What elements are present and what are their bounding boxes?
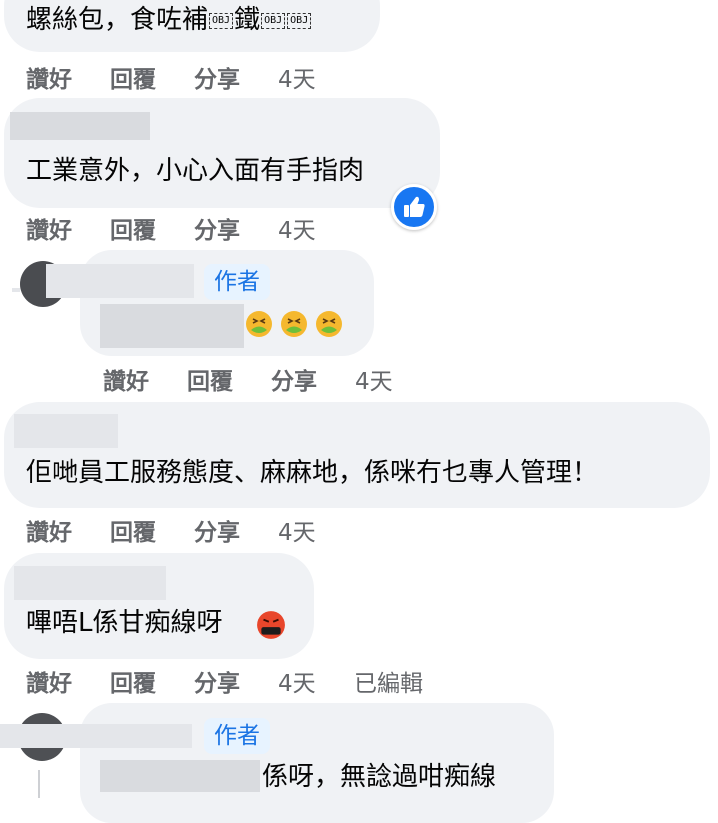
reply-text-redacted [100,760,260,792]
comment-time[interactable]: 4天 [278,664,316,698]
like-link[interactable]: 讚好 [26,664,72,698]
commenter-name-redacted [46,264,194,298]
commenter-name-redacted [14,566,166,600]
obj-placeholder: OBJ [287,12,312,29]
share-link[interactable]: 分享 [194,60,240,94]
like-link[interactable]: 讚好 [26,60,72,94]
thumbs-up-icon[interactable] [391,184,437,230]
like-link[interactable]: 讚好 [26,513,72,547]
comment-text-1: 螺絲包，食咗補 OBJ 鐵 OBJ OBJ [26,3,312,37]
share-link[interactable]: 分享 [271,362,317,396]
comment-text-1-main: 螺絲包，食咗補 [26,5,209,35]
reply-text-redacted [100,304,244,348]
author-badge: 作者 [204,718,270,754]
commenter-name-redacted [10,112,150,140]
commenter-name-redacted [0,724,192,748]
cursing-face-emoji [257,611,285,639]
comment-time[interactable]: 4天 [278,60,316,94]
reply-link[interactable]: 回覆 [110,211,156,245]
comment-text-4: 嗶唔L係甘痴線呀 [26,606,223,640]
nauseated-face-emoji [246,311,272,337]
share-link[interactable]: 分享 [194,211,240,245]
reply-link[interactable]: 回覆 [187,362,233,396]
reply-link[interactable]: 回覆 [110,664,156,698]
like-link[interactable]: 讚好 [26,211,72,245]
like-link[interactable]: 讚好 [103,362,149,396]
comment-text-3: 佢哋員工服務態度、麻麻地，係咪冇乜專人管理！ [26,458,599,488]
reply-text-2: 係呀，無諗過咁痴線 [262,762,497,792]
author-badge: 作者 [204,264,270,300]
comment-text-4-main: 嗶唔L係甘痴線呀 [26,608,223,638]
share-link[interactable]: 分享 [194,664,240,698]
thumbs-up-icon-glyph [404,196,425,217]
reply-link[interactable]: 回覆 [110,60,156,94]
share-link[interactable]: 分享 [194,513,240,547]
commenter-name-redacted [14,414,118,448]
comment-time[interactable]: 4天 [355,362,393,396]
nauseated-face-emoji [316,311,342,337]
comment-text-1-tail: 鐵 [234,5,261,35]
comment-time[interactable]: 4天 [278,513,316,547]
edited-label: 已編輯 [354,671,423,697]
obj-placeholder: OBJ [261,12,286,29]
comment-time[interactable]: 4天 [278,211,316,245]
thread-line [38,770,40,798]
obj-placeholder: OBJ [209,12,234,29]
thread-line [12,288,20,292]
reply-link[interactable]: 回覆 [110,513,156,547]
nauseated-face-emoji [281,311,307,337]
comment-text-2: 工業意外，小心入面有手指肉 [26,156,365,186]
